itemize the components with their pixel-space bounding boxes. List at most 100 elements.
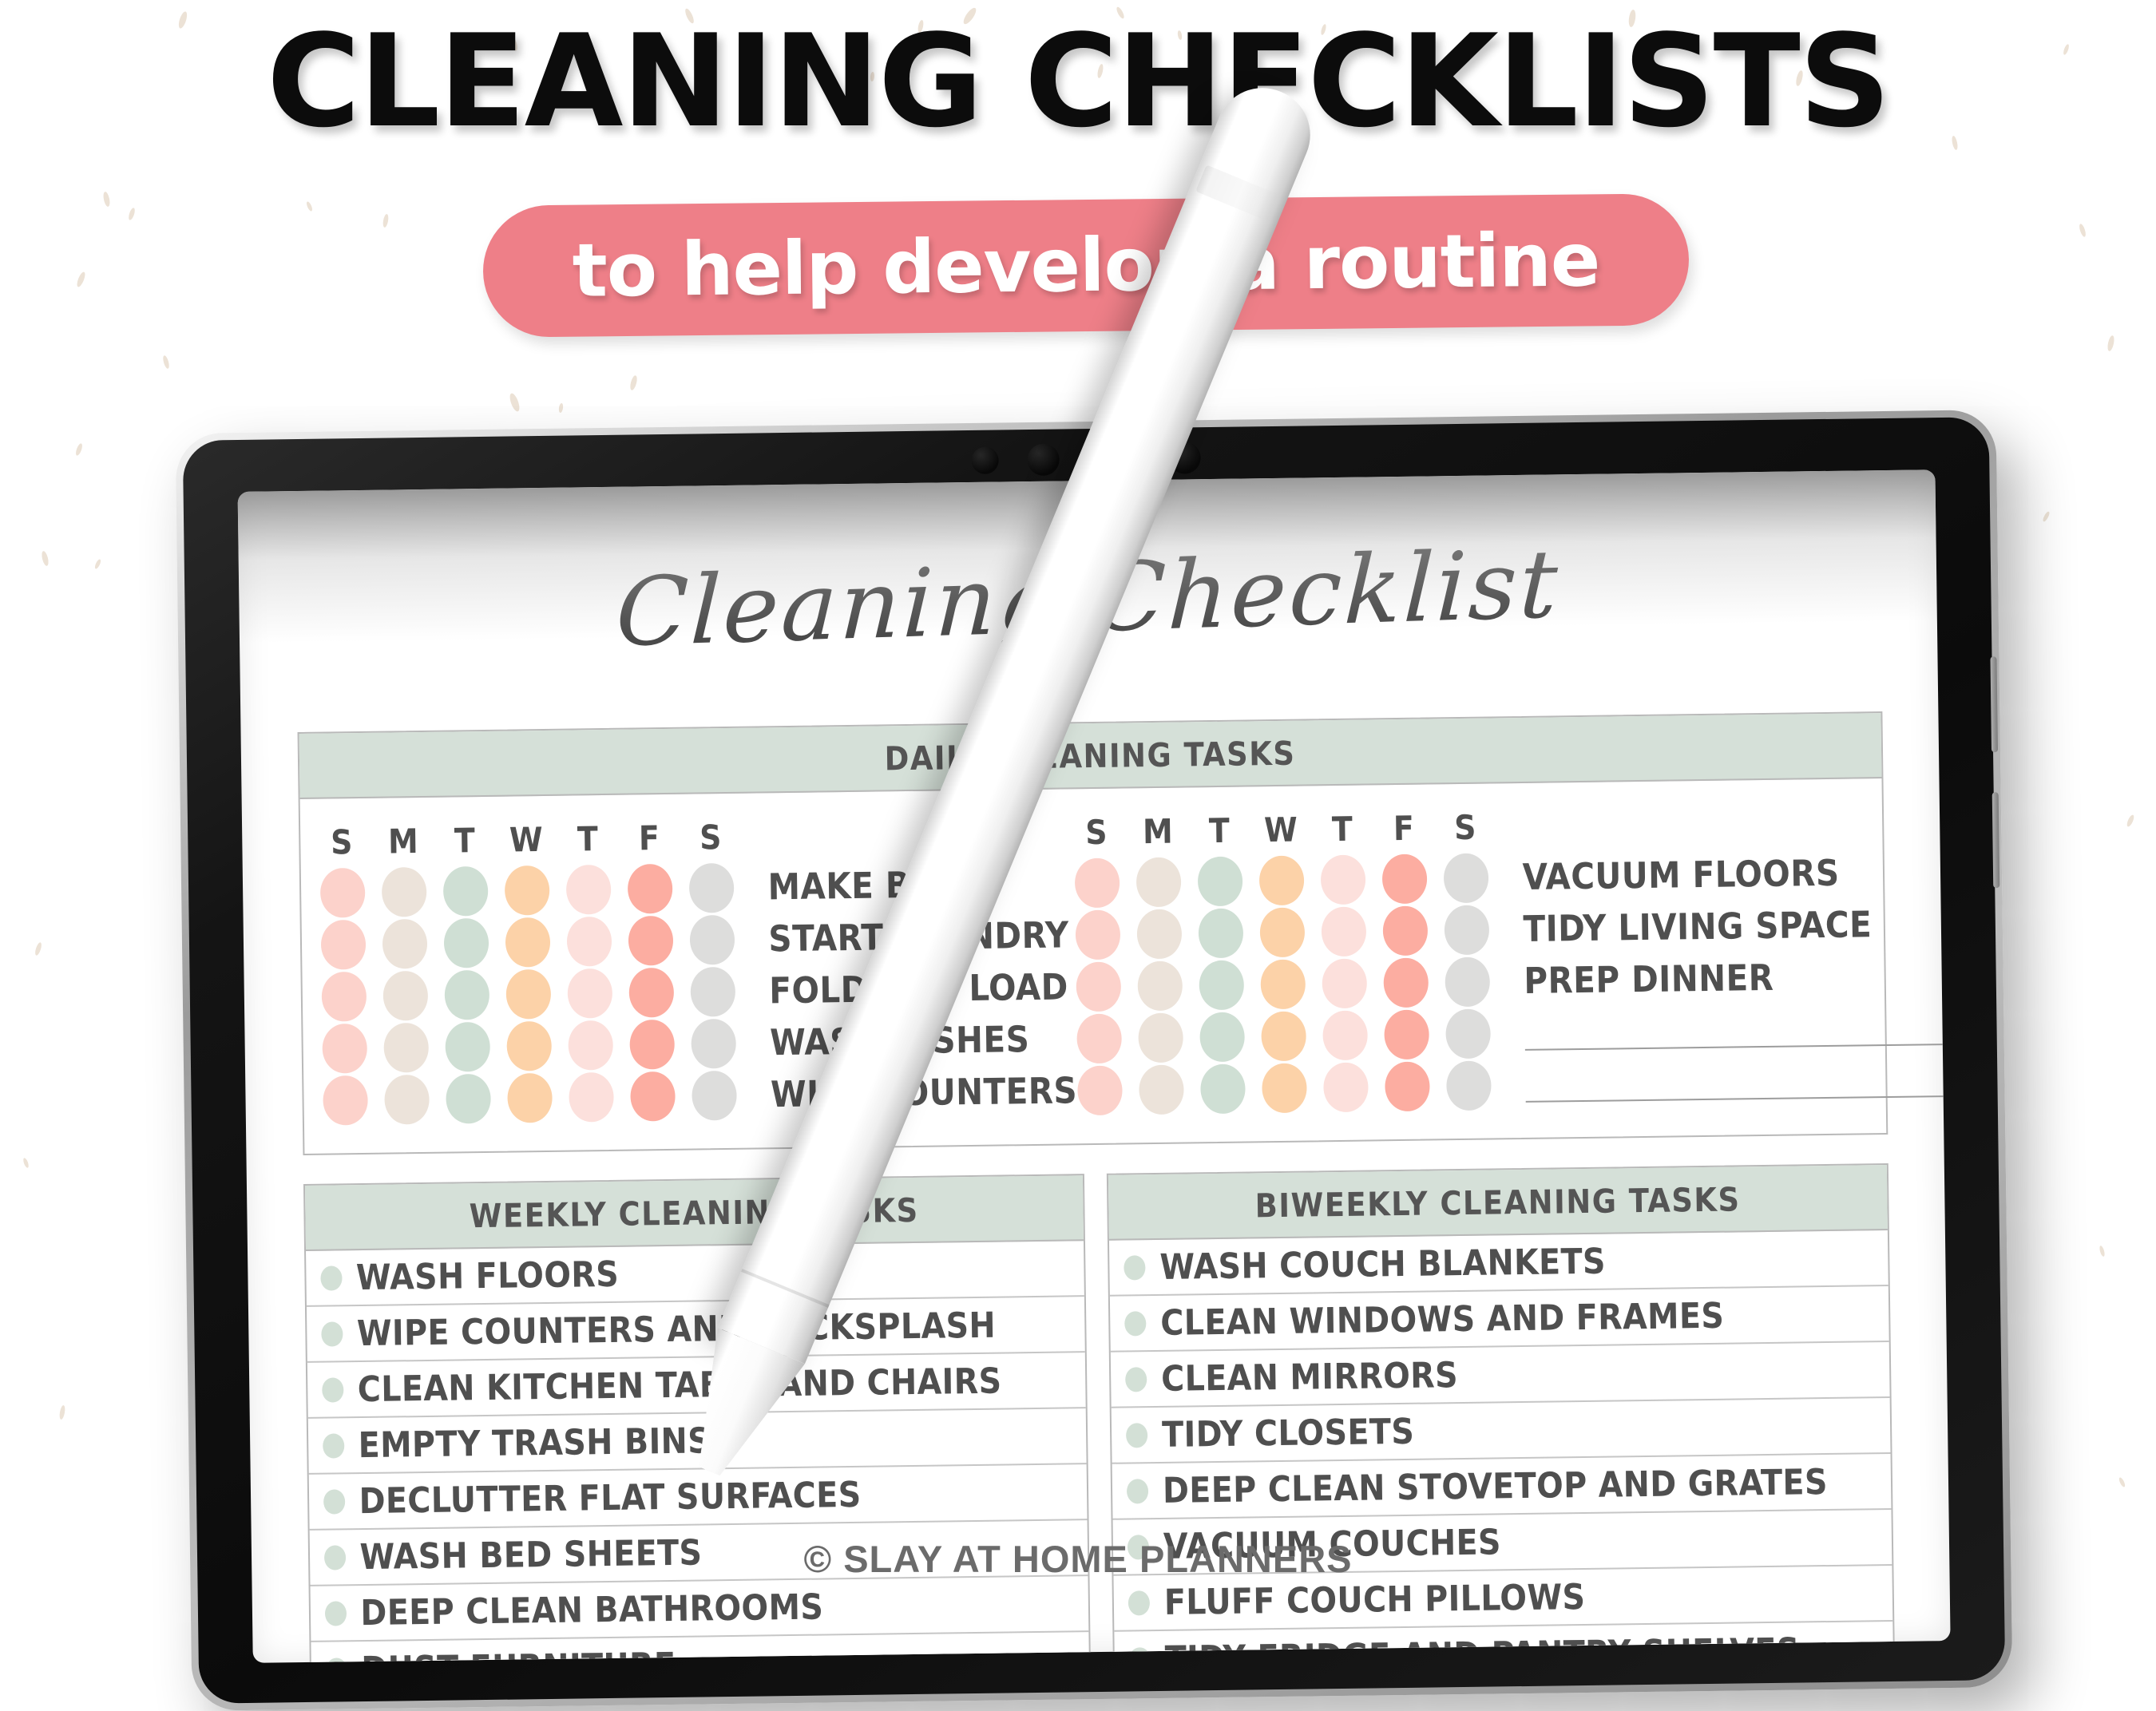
day-checkbox-dot[interactable]	[1444, 905, 1489, 955]
day-checkbox-dot[interactable]	[1320, 854, 1366, 905]
blank-task-line[interactable]	[1524, 1043, 1951, 1051]
day-checkbox-dot[interactable]	[505, 917, 550, 968]
day-checkbox-dot[interactable]	[1381, 854, 1428, 904]
checkbox-bullet-icon[interactable]	[1125, 1366, 1147, 1392]
day-checkbox-dot[interactable]	[1258, 855, 1305, 905]
day-checkbox-dot[interactable]	[566, 968, 612, 1019]
day-checkbox-dot[interactable]	[1076, 1013, 1122, 1063]
day-checkbox-dot[interactable]	[565, 864, 612, 915]
day-checkbox-dot[interactable]	[1445, 1059, 1492, 1111]
day-checkbox-dot[interactable]	[1199, 1012, 1245, 1062]
day-checkbox-dot[interactable]	[1137, 1012, 1183, 1063]
volume-button[interactable]	[1990, 656, 1999, 753]
day-checkbox-dot[interactable]	[1076, 961, 1121, 1012]
checkbox-bullet-icon[interactable]	[1128, 1646, 1151, 1663]
day-checkbox-dot[interactable]	[689, 966, 735, 1017]
day-checkbox-dot[interactable]	[1199, 1063, 1246, 1114]
list-item[interactable]: WASH FLOORS	[305, 1241, 1084, 1307]
day-checkbox-dot[interactable]	[1322, 1062, 1369, 1112]
checkbox-bullet-icon[interactable]	[322, 1432, 344, 1459]
checkbox-bullet-icon[interactable]	[1124, 1310, 1147, 1337]
day-checkbox-dot[interactable]	[1135, 857, 1182, 907]
day-checkbox-dot[interactable]	[1259, 959, 1306, 1009]
day-checkbox-dot[interactable]	[445, 1073, 491, 1124]
day-checkbox-dot[interactable]	[319, 867, 366, 918]
checkbox-bullet-icon[interactable]	[321, 1376, 344, 1403]
day-checkbox-dot[interactable]	[381, 866, 427, 917]
list-item[interactable]: DEEP CLEAN BATHROOMS	[310, 1576, 1089, 1642]
day-checkbox-dot[interactable]	[1261, 1063, 1307, 1113]
checkbox-bullet-icon[interactable]	[1126, 1478, 1149, 1504]
day-checkbox-dot[interactable]	[505, 1020, 552, 1071]
day-checkbox-dot[interactable]	[1076, 1065, 1123, 1115]
day-checkbox-dot[interactable]	[1321, 958, 1367, 1008]
day-checkbox-dot[interactable]	[320, 971, 367, 1022]
day-checkbox-dot[interactable]	[443, 917, 489, 968]
day-checkbox-dot[interactable]	[1198, 960, 1244, 1010]
day-checkbox-dot[interactable]	[382, 970, 428, 1021]
day-checkbox-dot[interactable]	[1382, 905, 1428, 956]
day-checkbox-dot[interactable]	[1136, 909, 1182, 959]
day-checkbox-dot[interactable]	[629, 1071, 676, 1122]
day-checkbox-dot[interactable]	[628, 915, 673, 966]
day-checkbox-dot[interactable]	[690, 1018, 736, 1069]
day-checkbox-dot[interactable]	[444, 1021, 490, 1072]
checkbox-bullet-icon[interactable]	[319, 1265, 343, 1291]
day-checkbox-dot[interactable]	[321, 1023, 367, 1074]
blank-task-line[interactable]	[1525, 1095, 1951, 1103]
day-checkbox-dot[interactable]	[504, 865, 550, 916]
power-button[interactable]	[1992, 792, 2000, 889]
day-checkbox-dot[interactable]	[505, 968, 551, 1020]
day-checkbox-dot[interactable]	[1445, 1008, 1491, 1059]
day-checkbox-dot[interactable]	[320, 919, 366, 970]
list-item[interactable]: DEEP CLEAN STOVETOP AND GRATES	[1112, 1453, 1891, 1520]
list-item[interactable]: TIDY CLOSETS	[1111, 1397, 1891, 1464]
day-checkbox-dot[interactable]	[628, 1019, 675, 1070]
day-checkbox-dot[interactable]	[1382, 957, 1429, 1008]
day-checkbox-dot[interactable]	[568, 1071, 614, 1123]
day-checkbox-dot[interactable]	[382, 918, 427, 969]
day-checkbox-dot[interactable]	[1075, 909, 1120, 960]
list-item[interactable]: DECLUTTER FLAT SURFACES	[308, 1464, 1088, 1531]
day-checkbox-dot[interactable]	[1259, 907, 1305, 957]
day-checkbox-dot[interactable]	[1322, 1010, 1368, 1060]
day-checkbox-dot[interactable]	[1260, 1011, 1306, 1061]
day-checkbox-dot[interactable]	[443, 969, 489, 1020]
day-checkbox-dot[interactable]	[628, 967, 674, 1018]
day-checkbox-dot[interactable]	[1138, 1064, 1184, 1115]
checkbox-bullet-icon[interactable]	[1124, 1254, 1146, 1281]
checkbox-bullet-icon[interactable]	[324, 1600, 347, 1626]
day-checkbox-dot[interactable]	[1443, 853, 1489, 903]
list-item[interactable]: EMPTY TRASH BINS	[307, 1408, 1087, 1475]
day-checkbox-dot[interactable]	[1074, 857, 1120, 908]
day-checkbox-dot[interactable]	[1137, 960, 1183, 1011]
day-checkbox-dot[interactable]	[1321, 906, 1366, 956]
day-checkbox-dot[interactable]	[627, 863, 673, 914]
day-checkbox-dot[interactable]	[1197, 856, 1243, 906]
day-checkbox-dot[interactable]	[1384, 1061, 1430, 1111]
day-checkbox-dot[interactable]	[688, 862, 735, 913]
list-item[interactable]: CLEAN KITCHEN TABLE AND CHAIRS	[307, 1353, 1086, 1419]
checkbox-bullet-icon[interactable]	[325, 1657, 347, 1663]
day-checkbox-dot[interactable]	[383, 1074, 430, 1125]
list-item[interactable]: WASH COUCH BLANKETS	[1108, 1230, 1888, 1297]
day-checkbox-dot[interactable]	[1444, 956, 1490, 1007]
day-checkbox-dot[interactable]	[322, 1075, 368, 1126]
day-checkbox-dot[interactable]	[689, 914, 735, 965]
checkbox-bullet-icon[interactable]	[320, 1321, 343, 1347]
tablet-screen[interactable]: Cleaning Checklist DAILY CLEANING TASKS …	[237, 469, 1951, 1663]
day-checkbox-dot[interactable]	[442, 865, 489, 917]
checkbox-bullet-icon[interactable]	[1128, 1590, 1151, 1615]
day-checkbox-dot[interactable]	[567, 1020, 613, 1071]
day-checkbox-dot[interactable]	[1383, 1009, 1429, 1059]
day-checkbox-dot[interactable]	[1198, 908, 1243, 958]
list-item[interactable]: CLEAN MIRRORS	[1110, 1342, 1890, 1408]
day-checkbox-dot[interactable]	[566, 916, 612, 967]
day-checkbox-dot[interactable]	[506, 1072, 553, 1123]
list-item[interactable]: WIPE COUNTERS AND BACKSPLASH	[306, 1297, 1085, 1363]
day-checkbox-dot[interactable]	[382, 1022, 429, 1073]
list-item[interactable]: CLEAN WINDOWS AND FRAMES	[1109, 1286, 1889, 1353]
checkbox-bullet-icon[interactable]	[323, 1488, 345, 1515]
checkbox-bullet-icon[interactable]	[1125, 1422, 1148, 1448]
day-checkbox-dot[interactable]	[691, 1070, 737, 1121]
